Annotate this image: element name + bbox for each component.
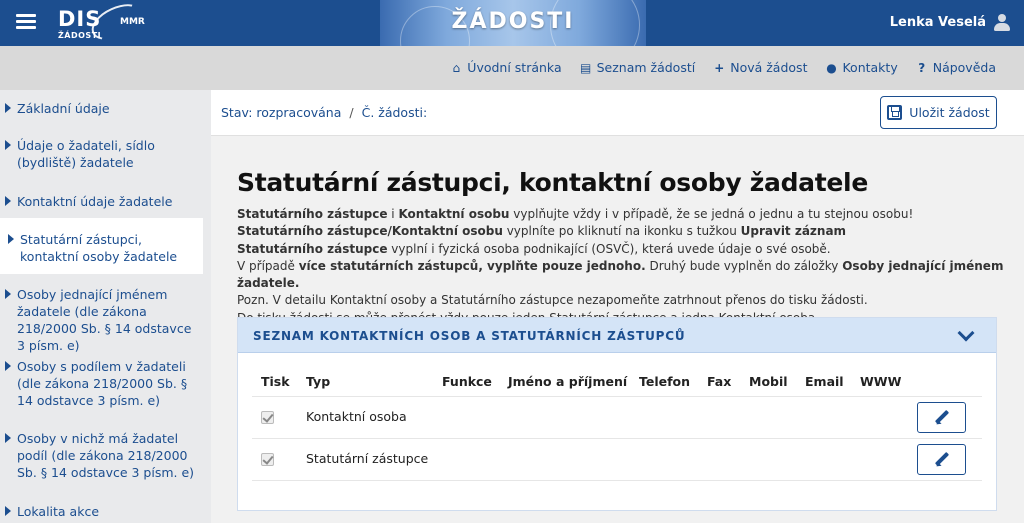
application-number: Č. žádosti: [361,105,428,120]
sidebar-item-label: Osoby s podílem v žadateli (dle zákona 2… [17,359,188,408]
table-row: Statutární zástupce [252,439,982,481]
contacts-panel: SEZNAM KONTAKTNÍCH OSOB A STATUTÁRNÍCH Z… [237,317,997,511]
caret-right-icon [5,196,11,206]
caret-right-icon [5,506,11,516]
page-title: Statutární zástupci, kontaktní osoby žad… [237,168,868,197]
column-header: Email [805,374,844,389]
nav-label: Nápověda [932,60,996,75]
sidebar-item-shareholders[interactable]: Osoby s podílem v žadateli (dle zákona 2… [0,358,203,409]
plus-icon: + [714,60,725,75]
sidebar-item-basic-info[interactable]: Základní údaje [0,100,203,117]
caret-right-icon [5,433,11,443]
question-icon: ? [918,60,926,75]
column-header: Fax [707,374,732,389]
sidebar-item-label: Osoby jednající jménem žadatele (dle zák… [17,287,192,353]
user-menu[interactable]: Lenka Veselá [890,14,1010,31]
pencil-icon [935,453,949,467]
panel-title: SEZNAM KONTAKTNÍCH OSOB A STATUTÁRNÍCH Z… [253,329,686,343]
sidebar-item-label: Kontaktní údaje žadatele [17,194,173,209]
caret-right-icon [5,103,11,113]
header-banner: ŽÁDOSTI [380,0,646,46]
nav-label: Kontakty [842,60,898,75]
sidebar-item-contact-info[interactable]: Kontaktní údaje žadatele [0,193,203,210]
dis-logo[interactable]: DIS ŽÁDOSTI MMR [58,0,148,48]
pencil-icon [935,411,949,425]
sidebar-item-label: Osoby v nichž má žadatel podíl (dle záko… [17,431,195,480]
logo-mmr: MMR [120,17,145,27]
user-name: Lenka Veselá [889,15,986,30]
column-header: WWW [860,374,902,389]
caret-right-icon [5,289,11,299]
save-button-label: Uložit žádost [909,105,990,120]
sidebar-item-label: Údaje o žadateli, sídlo (bydliště) žadat… [17,138,155,170]
info-line-5: Pozn. V detailu Kontaktní osoby a Statut… [237,293,868,308]
sidebar-item-label: Statutární zástupci, kontaktní osoby žad… [20,232,178,264]
column-header: Funkce [442,374,492,389]
nav-application-list[interactable]: ▤ Seznam žádostí [579,60,696,75]
caret-right-icon [8,234,14,244]
nav-home[interactable]: ⌂ Úvodní stránka [450,60,561,75]
user-icon [994,14,1010,31]
info-text: Statutárního zástupce i Kontaktní osobu … [237,206,1007,327]
list-icon: ▤ [579,60,592,75]
caret-right-icon [5,361,11,371]
info-line-2: Statutárního zástupce/Kontaktní osobu vy… [237,224,847,239]
column-header: Typ [306,374,331,389]
info-line-1: Statutárního zástupce i Kontaktní osobu … [237,207,914,221]
top-bar: DIS ŽÁDOSTI MMR ŽÁDOSTI Lenka Veselá [0,0,1024,48]
status-bar: Stav: rozpracována / Č. žádosti: Uložit … [211,90,1024,136]
sidebar-item-label: Základní údaje [17,101,110,116]
top-nav: ⌂ Úvodní stránka ▤ Seznam žádostí + Nová… [450,60,996,75]
print-checkbox[interactable] [261,453,274,466]
breadcrumb: Stav: rozpracována / Č. žádosti: [221,105,427,120]
column-header: Telefon [639,374,691,389]
save-application-button[interactable]: Uložit žádost [880,96,997,129]
nav-new-application[interactable]: + Nová žádost [713,60,807,75]
nav-bar: ⌂ Úvodní stránka ▤ Seznam žádostí + Nová… [0,46,1024,90]
contacts-table: Tisk Typ Funkce Jméno a příjmení Telefon… [252,365,982,481]
table-row: Kontaktní osoba [252,397,982,439]
info-line-4: V případě více statutárních zástupců, vy… [237,258,1004,291]
sidebar-item-applicant-info[interactable]: Údaje o žadateli, sídlo (bydliště) žadat… [0,137,203,171]
column-header: Mobil [749,374,788,389]
chevron-down-icon[interactable] [957,324,975,342]
panel-header[interactable]: SEZNAM KONTAKTNÍCH OSOB A STATUTÁRNÍCH Z… [238,318,996,353]
nav-label: Úvodní stránka [467,60,562,75]
table-header: Tisk Typ Funkce Jméno a příjmení Telefon… [252,365,982,397]
sidebar-item-statutory[interactable]: Statutární zástupci, kontaktní osoby žad… [0,218,203,274]
main-content: Stav: rozpracována / Č. žádosti: Uložit … [211,90,1024,523]
breadcrumb-separator: / [349,105,354,120]
users-icon: ● [826,60,837,75]
info-line-3: Statutárního zástupce vyplní i fyzická o… [237,241,831,256]
edit-record-button[interactable] [917,444,966,475]
sidebar-item-label: Lokalita akce [17,504,100,519]
column-header: Jméno a příjmení [508,374,628,389]
nav-help[interactable]: ? Nápověda [916,60,996,75]
row-type: Kontaktní osoba [306,409,407,424]
sidebar: Základní údaje Údaje o žadateli, sídlo (… [0,90,211,523]
nav-contacts[interactable]: ● Kontakty [825,60,898,75]
application-state: Stav: rozpracována [221,105,342,120]
row-type: Statutární zástupce [306,451,429,466]
sidebar-item-location[interactable]: Lokalita akce [0,503,203,520]
home-icon: ⌂ [452,60,461,75]
menu-icon[interactable] [16,14,36,30]
save-icon [887,105,903,120]
caret-right-icon [5,140,11,150]
sidebar-item-acting-persons[interactable]: Osoby jednající jménem žadatele (dle zák… [0,286,203,354]
banner-title: ŽÁDOSTI [451,9,575,34]
column-header: Tisk [261,374,290,389]
sidebar-item-holdings[interactable]: Osoby v nichž má žadatel podíl (dle záko… [0,430,203,481]
edit-record-button[interactable] [917,402,966,433]
nav-label: Nová žádost [730,60,808,75]
print-checkbox[interactable] [261,411,274,424]
nav-label: Seznam žádostí [596,60,696,75]
